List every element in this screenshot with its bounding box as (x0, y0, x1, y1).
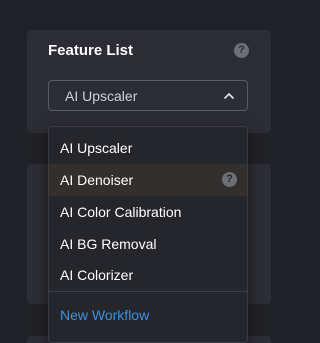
menu-item-ai-denoiser[interactable]: AI Denoiser ? (49, 164, 247, 196)
menu-item-label: AI Upscaler (60, 140, 133, 156)
menu-item-ai-bg-removal[interactable]: AI BG Removal (49, 228, 247, 260)
menu-item-label: AI Denoiser (60, 172, 134, 188)
chevron-up-icon (224, 93, 234, 99)
menu-item-label: AI Colorizer (60, 267, 134, 283)
feature-select[interactable]: AI Upscaler (48, 80, 248, 111)
menu-item-ai-color-calibration[interactable]: AI Color Calibration (49, 196, 247, 228)
menu-item-ai-upscaler[interactable]: AI Upscaler (49, 132, 247, 164)
feature-select-value: AI Upscaler (65, 88, 138, 104)
help-icon[interactable]: ? (222, 172, 237, 187)
menu-item-ai-colorizer[interactable]: AI Colorizer (49, 259, 247, 291)
panel-title: Feature List (48, 42, 134, 59)
menu-item-label: AI BG Removal (60, 236, 157, 252)
help-icon[interactable]: ? (234, 43, 249, 58)
new-workflow-link[interactable]: New Workflow (60, 307, 149, 323)
menu-item-label: AI Color Calibration (60, 204, 182, 220)
app-stage: Feature List ? AI Upscaler AI Upscaler A… (0, 0, 300, 343)
feature-dropdown-menu: AI Upscaler AI Denoiser ? AI Color Calib… (48, 126, 248, 343)
menu-divider (49, 291, 247, 292)
